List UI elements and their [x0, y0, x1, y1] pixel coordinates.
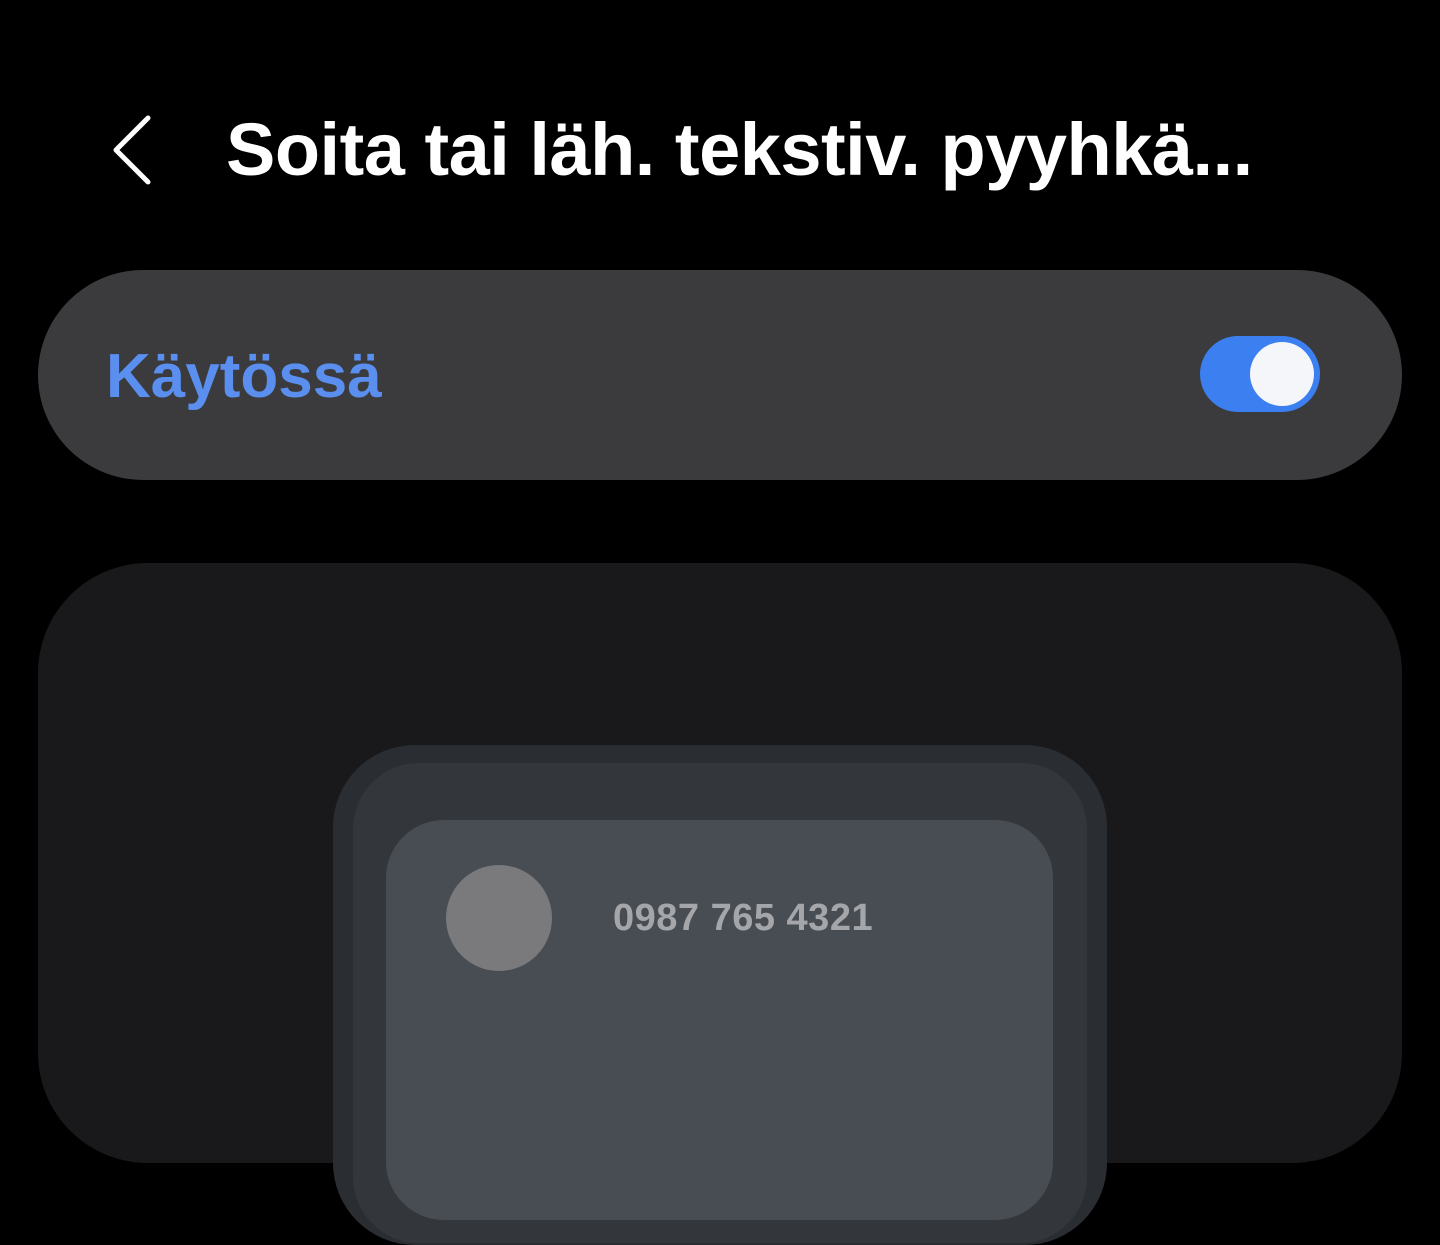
avatar [446, 865, 552, 971]
contact-list-item: 0987 765 4321 [386, 820, 1053, 1220]
master-toggle-row[interactable]: Käytössä [38, 270, 1402, 480]
back-button[interactable] [96, 100, 168, 200]
contact-number: 0987 765 4321 [613, 897, 874, 939]
preview-illustration-card: 0987 765 4321 [38, 563, 1402, 1245]
master-toggle-label: Käytössä [106, 342, 382, 411]
page-title: Soita tai läh. tekstiv. pyyhkä... [226, 108, 1253, 191]
chevron-left-icon [113, 115, 151, 185]
header-bar: Soita tai läh. tekstiv. pyyhkä... [0, 0, 1440, 240]
phone-illustration: 0987 765 4321 [333, 745, 1107, 1245]
master-toggle-switch[interactable] [1200, 336, 1320, 412]
phone-screen: 0987 765 4321 [353, 763, 1087, 1243]
switch-knob [1250, 342, 1314, 406]
